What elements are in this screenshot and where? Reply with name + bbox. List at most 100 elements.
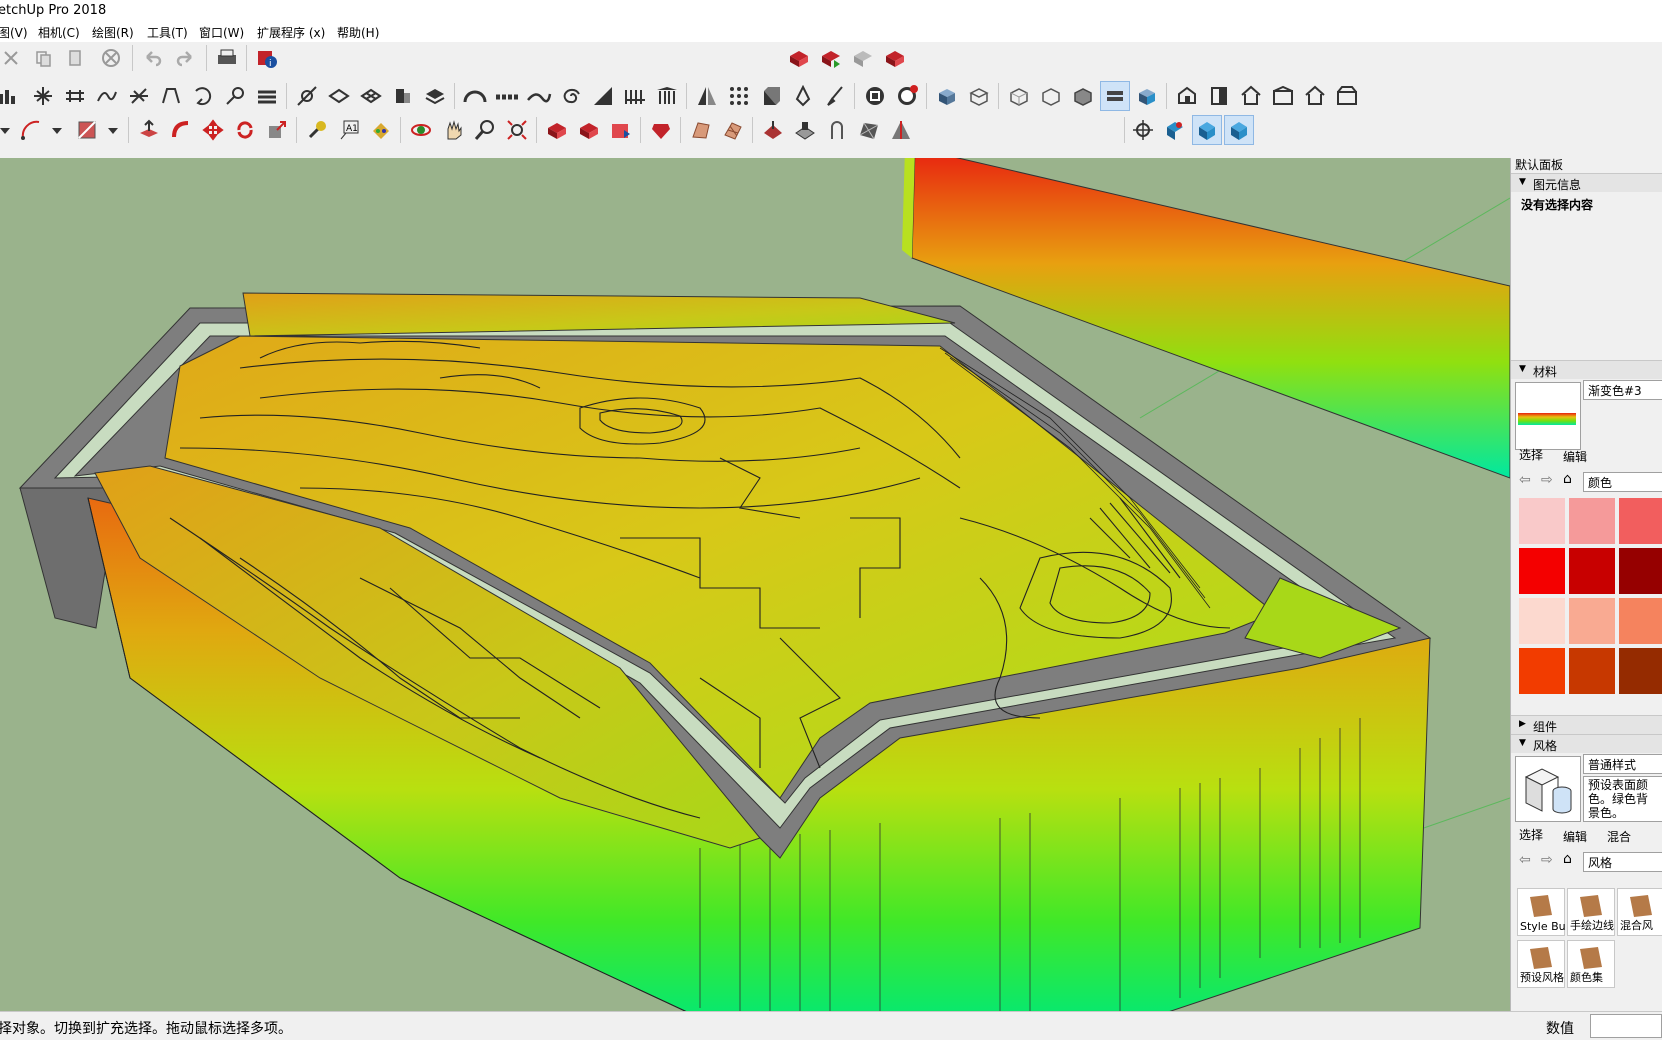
stamp-icon[interactable] (126, 83, 152, 109)
material-swatch[interactable] (1619, 498, 1662, 544)
top-view-icon[interactable] (1206, 83, 1232, 109)
scale-icon[interactable] (264, 117, 290, 143)
materials-category-select[interactable]: 颜色 (1583, 472, 1662, 492)
chart-icon[interactable] (0, 83, 20, 109)
material-swatch[interactable] (1619, 598, 1662, 644)
tape-measure-icon[interactable] (294, 83, 320, 109)
shape-dropdown-icon[interactable] (100, 117, 126, 143)
model-info-icon[interactable]: i (254, 45, 280, 71)
styles-back-arrow-icon[interactable]: ⇦ (1519, 852, 1531, 868)
pen-icon[interactable] (790, 83, 816, 109)
style-item-1[interactable]: 手绘边线 (1567, 888, 1615, 936)
share-component-icon[interactable] (850, 45, 876, 71)
material-swatch[interactable] (1519, 598, 1565, 644)
smoove-tool-icon[interactable] (760, 117, 786, 143)
styles-tab-select[interactable]: 选择 (1519, 826, 1543, 843)
shape-tool-icon[interactable] (74, 117, 100, 143)
warehouse-get-icon[interactable] (544, 117, 570, 143)
styles-category-select[interactable]: 风格 (1583, 852, 1662, 872)
warehouse-icon[interactable] (786, 45, 812, 71)
value-input[interactable] (1590, 1014, 1662, 1038)
menu-extensions[interactable]: 扩展程序 (x) (257, 24, 325, 41)
zoom-icon[interactable] (472, 117, 498, 143)
style-item-4[interactable]: 颜色集 (1567, 940, 1615, 988)
style-item-3[interactable]: 预设风格 (1517, 940, 1565, 988)
extension-warehouse-icon[interactable] (882, 45, 908, 71)
shaded-icon[interactable] (1100, 81, 1130, 111)
wireframe-icon[interactable] (1038, 83, 1064, 109)
material-swatch[interactable] (1519, 648, 1565, 694)
text-icon[interactable]: A1 (336, 117, 362, 143)
back-arrow-icon[interactable]: ⇦ (1519, 472, 1531, 488)
rotate-icon[interactable] (232, 117, 258, 143)
zoom-extents-icon[interactable] (504, 117, 530, 143)
warehouse-share-icon[interactable] (576, 117, 602, 143)
brush-icon[interactable] (822, 83, 848, 109)
redo-icon[interactable] (172, 45, 198, 71)
paste-icon[interactable] (62, 45, 88, 71)
material-swatch[interactable] (1619, 648, 1662, 694)
styles-tab-edit[interactable]: 编辑 (1563, 828, 1587, 845)
material-swatch[interactable] (1519, 548, 1565, 594)
materials-header[interactable]: ▼ 材料 (1511, 360, 1662, 379)
right-view-icon[interactable] (1270, 83, 1296, 109)
arc-icon[interactable] (462, 83, 488, 109)
material-swatch[interactable] (1569, 498, 1615, 544)
curve-icon[interactable] (526, 83, 552, 109)
solid-tools-icon[interactable] (390, 83, 416, 109)
record-icon[interactable] (862, 83, 888, 109)
sandbox-scratch-icon[interactable] (62, 83, 88, 109)
tape-icon[interactable] (304, 117, 330, 143)
styles-header[interactable]: ▼ 风格 (1511, 734, 1662, 753)
arc-dropdown-icon[interactable] (44, 117, 70, 143)
menu-help[interactable]: 帮助(H) (337, 24, 379, 41)
menu-tools[interactable]: 工具(T) (147, 24, 188, 41)
menu-draw[interactable]: 绘图(R) (92, 24, 134, 41)
paint-bucket-icon[interactable] (368, 117, 394, 143)
menu-view[interactable]: 图(V) (0, 24, 28, 41)
components-header[interactable]: ▶ 组件 (1511, 715, 1662, 734)
smoove-icon[interactable] (94, 83, 120, 109)
style-item-0[interactable]: Style Buil (1517, 888, 1566, 936)
move-icon[interactable] (200, 117, 226, 143)
flip-edge-tool-icon[interactable] (888, 117, 914, 143)
position-camera-icon[interactable] (1130, 117, 1156, 143)
material-swatch[interactable] (1519, 498, 1565, 544)
style-item-2[interactable]: 混合风 (1617, 888, 1662, 936)
cut-icon[interactable] (0, 45, 24, 71)
push-pull-icon[interactable] (136, 117, 162, 143)
material-swatch[interactable] (1569, 648, 1615, 694)
section-plane-icon[interactable] (326, 83, 352, 109)
spiral-icon[interactable] (558, 83, 584, 109)
from-scratch-icon[interactable] (720, 117, 746, 143)
undo-icon[interactable] (140, 45, 166, 71)
model-viewport[interactable] (0, 158, 1510, 1011)
hidden-line-icon[interactable] (1070, 83, 1096, 109)
entity-info-header[interactable]: ▼ 图元信息 (1511, 173, 1662, 192)
layer-icon[interactable] (254, 83, 280, 109)
add-detail-tool-icon[interactable] (856, 117, 882, 143)
style-name-field[interactable]: 普通样式 (1583, 754, 1662, 774)
stamp-tool-icon[interactable] (792, 117, 818, 143)
upload-component-icon[interactable] (608, 117, 634, 143)
mirror-icon[interactable] (694, 83, 720, 109)
timer-icon[interactable] (894, 83, 920, 109)
drape-tool-icon[interactable] (824, 117, 850, 143)
sandbox-contour-icon[interactable] (30, 83, 56, 109)
material-swatch[interactable] (1619, 548, 1662, 594)
pan-icon[interactable] (440, 117, 466, 143)
styles-forward-arrow-icon[interactable]: ⇨ (1541, 852, 1553, 868)
styles-tab-mix[interactable]: 混合 (1607, 828, 1631, 845)
fence-icon[interactable] (622, 83, 648, 109)
add-detail-icon[interactable] (190, 83, 216, 109)
copy-icon[interactable] (30, 45, 56, 71)
menu-window[interactable]: 窗口(W) (199, 24, 244, 41)
section-view-icon[interactable] (1224, 115, 1254, 145)
array-icon[interactable] (726, 83, 752, 109)
print-icon[interactable] (214, 45, 240, 71)
front-view-icon[interactable] (1238, 83, 1264, 109)
materials-tab-edit[interactable]: 编辑 (1563, 448, 1587, 465)
columns-icon[interactable] (654, 83, 680, 109)
home-icon[interactable]: ⌂ (1563, 471, 1572, 487)
erase-icon[interactable] (98, 45, 124, 71)
